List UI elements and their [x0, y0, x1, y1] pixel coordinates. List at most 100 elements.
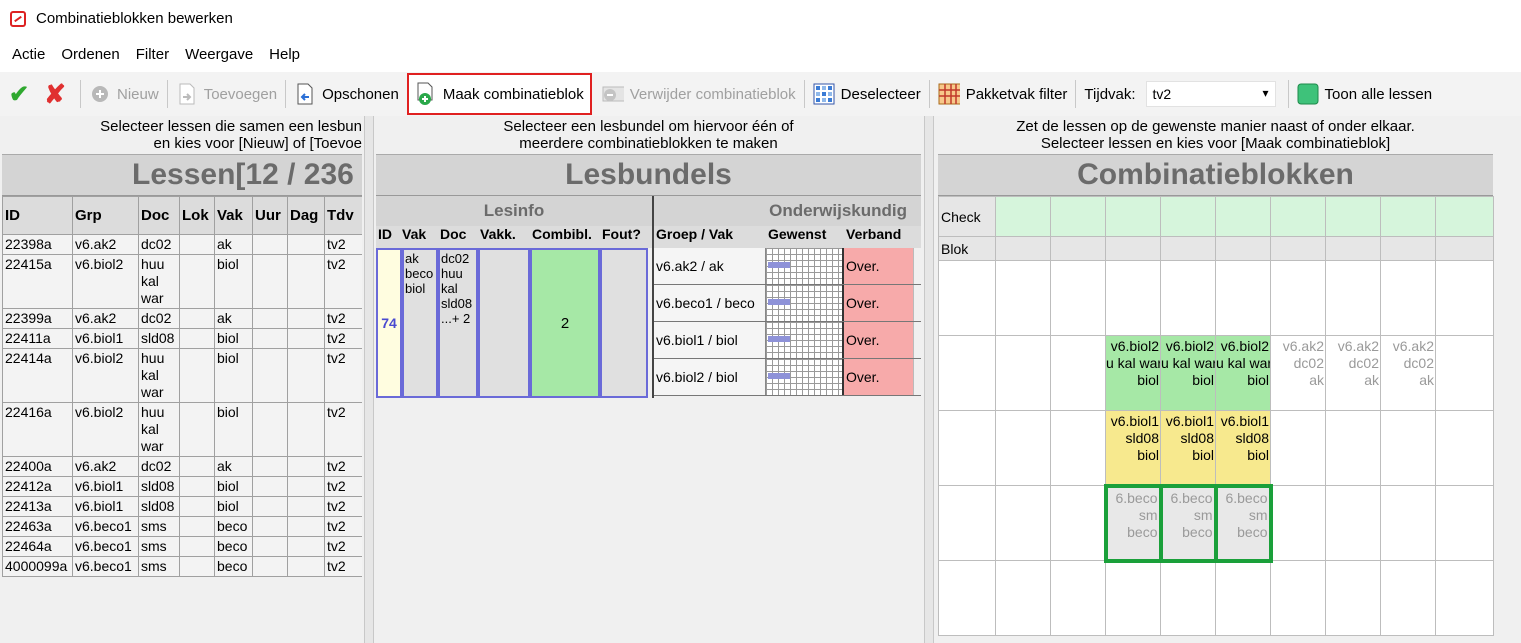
maak-combinatieblok-button[interactable]: Maak combinatieblok	[406, 73, 592, 115]
table-row[interactable]: 22411a v6.biol1 sld08 biol tv2	[2, 328, 362, 349]
group-row[interactable]: v6.ak2 / ak Over.	[654, 248, 921, 285]
menu-help[interactable]: Help	[261, 46, 308, 63]
grid-cell[interactable]	[1380, 485, 1436, 561]
verwijder-combinatieblok-button[interactable]: Verwijder combinatieblok	[598, 77, 800, 111]
table-row[interactable]: 22412a v6.biol1 sld08 biol tv2	[2, 476, 362, 497]
lesson-block[interactable]: v6.ak2 dc02 ak	[1270, 335, 1326, 411]
grid-cell[interactable]	[995, 485, 1051, 561]
grid-cell[interactable]	[1215, 560, 1271, 636]
cancel-button[interactable]: ✘	[40, 77, 76, 111]
grid-cell[interactable]	[1325, 410, 1381, 486]
group-row[interactable]: v6.biol1 / biol Over.	[654, 322, 921, 359]
opschonen-button[interactable]: Opschonen	[290, 77, 403, 111]
grid-cell[interactable]	[1270, 485, 1326, 561]
lesson-block[interactable]: v6.biol1 sld08 biol	[1160, 410, 1216, 486]
cell-tdv: tv2	[324, 328, 362, 349]
grid-cell[interactable]	[938, 335, 996, 411]
menu-ordenen[interactable]: Ordenen	[53, 46, 127, 63]
grid-cell[interactable]	[1435, 560, 1494, 636]
grid-cell[interactable]	[1380, 560, 1436, 636]
lesson-block-selected[interactable]: 6.beco sm beco	[1158, 483, 1218, 563]
splitter[interactable]	[364, 116, 374, 643]
menu-actie[interactable]: Actie	[4, 46, 53, 63]
grid-cell[interactable]	[1215, 260, 1271, 336]
grid-cell[interactable]	[938, 560, 996, 636]
col-vak[interactable]: Vak	[214, 196, 253, 235]
confirm-button[interactable]: ✔	[0, 77, 40, 111]
col-doc[interactable]: Doc	[138, 196, 180, 235]
menu-weergave[interactable]: Weergave	[177, 46, 261, 63]
splitter[interactable]	[924, 116, 934, 643]
lesson-block[interactable]: v6.biol2 u kal war biol	[1160, 335, 1216, 411]
grid-cell[interactable]	[1270, 560, 1326, 636]
toon-alle-lessen-toggle[interactable]: Toon alle lessen	[1293, 77, 1437, 111]
grid-cell[interactable]	[1325, 485, 1381, 561]
col-grp[interactable]: Grp	[72, 196, 139, 235]
tijdvak-select[interactable]: tv2	[1145, 81, 1276, 107]
lesson-block[interactable]: v6.ak2 dc02 ak	[1325, 335, 1381, 411]
grid-cell[interactable]	[995, 560, 1051, 636]
grid-cell[interactable]	[1160, 260, 1216, 336]
group-row[interactable]: v6.beco1 / beco Over.	[654, 285, 921, 322]
cell-empty	[179, 402, 215, 457]
grid-cell[interactable]	[1435, 485, 1494, 561]
menu-filter[interactable]: Filter	[128, 46, 177, 63]
table-row[interactable]: 22399a v6.ak2 dc02 ak tv2	[2, 308, 362, 329]
grid-cell[interactable]	[1380, 410, 1436, 486]
table-row[interactable]: 22464a v6.beco1 sms beco tv2	[2, 536, 362, 557]
lessen-panel: Selecteer lessen die samen een lesbun en…	[2, 116, 362, 643]
table-row[interactable]: 22414a v6.biol2 huu kal war biol tv2	[2, 348, 362, 403]
col-lok[interactable]: Lok	[179, 196, 215, 235]
group-row[interactable]: v6.biol2 / biol Over.	[654, 359, 921, 396]
lesson-block[interactable]: v6.biol1 sld08 biol	[1215, 410, 1271, 486]
table-row[interactable]: 22400a v6.ak2 dc02 ak tv2	[2, 456, 362, 477]
lesson-block[interactable]: v6.biol2 u kal war biol	[1105, 335, 1161, 411]
verband-cell: Over.	[844, 359, 914, 395]
pakketvak-filter-button[interactable]: Pakketvak filter	[934, 77, 1072, 111]
grid-cell[interactable]	[1325, 560, 1381, 636]
grid-cell[interactable]	[1050, 410, 1106, 486]
table-row[interactable]: 22463a v6.beco1 sms beco tv2	[2, 516, 362, 537]
cell-vak: ak	[214, 456, 253, 477]
grid-cell[interactable]	[1105, 560, 1161, 636]
lesson-block[interactable]: v6.ak2 dc02 ak	[1380, 335, 1436, 411]
table-row[interactable]: 22398a v6.ak2 dc02 ak tv2	[2, 234, 362, 255]
grid-cell[interactable]	[1380, 260, 1436, 336]
grid-cell[interactable]	[995, 410, 1051, 486]
lesbundel-row[interactable]: ID Vak Doc Vakk. Combibl. Fout? 74 ak be…	[376, 226, 921, 398]
grid-cell[interactable]	[1435, 410, 1494, 486]
cell-id: 22463a	[2, 516, 73, 537]
grid-cell[interactable]	[1270, 410, 1326, 486]
grid-cell[interactable]	[938, 485, 996, 561]
toevoegen-button[interactable]: Toevoegen	[172, 77, 281, 111]
grid-cell[interactable]	[1435, 260, 1494, 336]
lesson-block[interactable]: v6.biol1 sld08 biol	[1105, 410, 1161, 486]
grid-cell[interactable]	[938, 410, 996, 486]
grid-cell[interactable]	[1050, 335, 1106, 411]
table-row[interactable]: 22415a v6.biol2 huu kal war biol tv2	[2, 254, 362, 309]
col-id[interactable]: ID	[2, 196, 73, 235]
grid-cell[interactable]	[1435, 335, 1494, 411]
table-row[interactable]: 4000099a v6.beco1 sms beco tv2	[2, 556, 362, 577]
grid-cell[interactable]	[938, 260, 996, 336]
col-uur[interactable]: Uur	[252, 196, 288, 235]
col-dag[interactable]: Dag	[287, 196, 325, 235]
lesson-block[interactable]: v6.biol2 u kal war biol	[1215, 335, 1271, 411]
grid-cell[interactable]	[1325, 260, 1381, 336]
col-tdv[interactable]: Tdv	[324, 196, 362, 235]
grid-cell[interactable]	[1105, 260, 1161, 336]
grid-cell[interactable]	[1050, 485, 1106, 561]
grid-cell[interactable]	[1050, 260, 1106, 336]
lesson-block-selected[interactable]: 6.beco sm beco	[1213, 483, 1273, 563]
lesson-block-selected[interactable]: 6.beco sm beco	[1103, 483, 1163, 563]
grid-cell[interactable]	[1270, 260, 1326, 336]
grid-cell[interactable]	[1160, 560, 1216, 636]
blok-cell	[1215, 236, 1271, 261]
deselecteer-button[interactable]: Deselecteer	[809, 77, 925, 111]
grid-cell[interactable]	[995, 335, 1051, 411]
nieuw-button[interactable]: Nieuw	[85, 77, 163, 111]
grid-cell[interactable]	[995, 260, 1051, 336]
grid-cell[interactable]	[1050, 560, 1106, 636]
table-row[interactable]: 22413a v6.biol1 sld08 biol tv2	[2, 496, 362, 517]
table-row[interactable]: 22416a v6.biol2 huu kal war biol tv2	[2, 402, 362, 457]
